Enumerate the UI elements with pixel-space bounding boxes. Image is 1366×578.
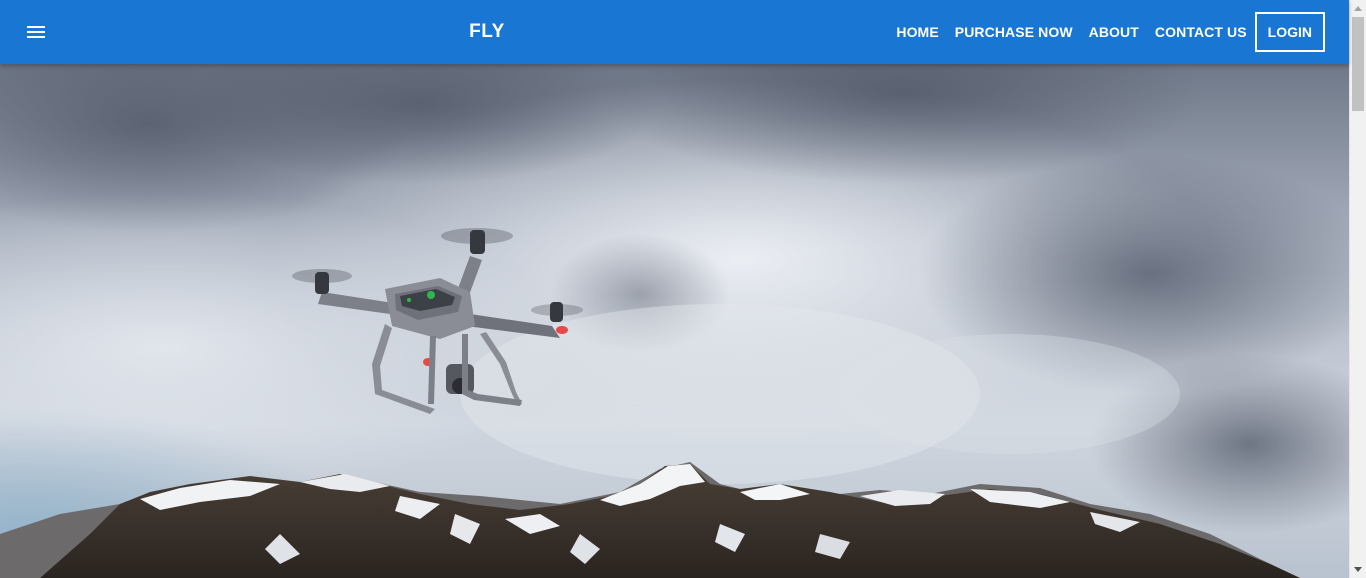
arrow-up-icon xyxy=(1354,6,1362,11)
page-scrollbar[interactable] xyxy=(1349,0,1366,578)
nav-link-home[interactable]: HOME xyxy=(888,12,946,52)
nav-link-contact-us[interactable]: CONTACT US xyxy=(1147,12,1255,52)
top-navbar: FLY HOME PURCHASE NOW ABOUT CONTACT US L… xyxy=(0,0,1349,64)
scroll-down-button[interactable] xyxy=(1350,561,1366,578)
arrow-down-icon xyxy=(1354,567,1362,572)
scroll-up-button[interactable] xyxy=(1350,0,1366,17)
hero-image xyxy=(0,64,1349,578)
login-button[interactable]: LOGIN xyxy=(1254,12,1325,52)
nav-link-purchase-now[interactable]: PURCHASE NOW xyxy=(947,12,1081,52)
brand-logo[interactable]: FLY xyxy=(460,0,514,64)
hero-illustration xyxy=(0,64,1349,578)
nav-links: HOME PURCHASE NOW ABOUT CONTACT US LOGIN xyxy=(888,12,1325,52)
scrollbar-thumb[interactable] xyxy=(1352,17,1364,111)
page: FLY HOME PURCHASE NOW ABOUT CONTACT US L… xyxy=(0,0,1366,578)
nav-link-about[interactable]: ABOUT xyxy=(1081,12,1147,52)
hamburger-menu-icon xyxy=(27,26,45,38)
hamburger-menu-button[interactable] xyxy=(20,16,52,48)
